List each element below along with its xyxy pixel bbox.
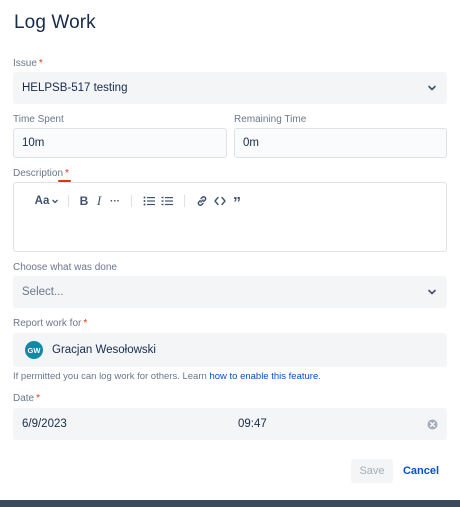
chevron-down-icon	[52, 199, 59, 204]
date-time-picker[interactable]: 6/9/2023 09:47	[13, 408, 447, 440]
dialog-title: Log Work	[14, 12, 96, 33]
issue-label: Issue *	[13, 58, 43, 69]
user-name: Gracjan Wesołowski	[52, 344, 156, 356]
link-icon[interactable]	[193, 193, 211, 209]
required-mark: *	[36, 393, 41, 404]
required-mark: *	[38, 58, 43, 69]
date-value[interactable]: 6/9/2023	[22, 418, 238, 430]
numbered-list-icon[interactable]	[158, 193, 176, 209]
date-label: Date *	[13, 393, 41, 404]
code-icon[interactable]	[211, 193, 229, 209]
choose-done-placeholder: Select...	[22, 286, 64, 298]
quote-icon[interactable]: ”	[229, 193, 245, 211]
helper-text: If permitted you can log work for others…	[13, 371, 321, 382]
avatar: GW	[25, 341, 43, 359]
chevron-down-icon	[428, 289, 436, 295]
toolbar-divider	[184, 195, 185, 207]
save-button[interactable]: Save	[351, 459, 393, 483]
chevron-down-icon	[428, 85, 436, 91]
description-label: Description *	[13, 168, 69, 179]
report-for-user-picker[interactable]: GW Gracjan Wesołowski	[13, 333, 447, 367]
background-overlay-edge	[0, 500, 460, 507]
report-for-label: Report work for *	[13, 318, 88, 329]
choose-done-select[interactable]: Select...	[13, 276, 447, 308]
toolbar-divider	[68, 195, 69, 207]
required-mark: *	[65, 168, 69, 179]
time-spent-input[interactable]: 10m	[13, 128, 227, 158]
enable-feature-link[interactable]: how to enable this feature	[209, 371, 318, 382]
toolbar-divider	[131, 195, 132, 207]
required-mark: *	[83, 318, 88, 329]
remaining-time-value: 0m	[243, 137, 259, 149]
cancel-button[interactable]: Cancel	[399, 459, 443, 483]
italic-button[interactable]: I	[91, 193, 107, 209]
time-spent-value: 10m	[22, 137, 45, 149]
choose-done-label: Choose what was done	[13, 262, 117, 273]
clear-icon[interactable]	[427, 419, 438, 430]
log-work-dialog: Log Work Issue * HELPSB-517 testing Time …	[0, 0, 460, 507]
remaining-time-label: Remaining Time	[234, 114, 307, 125]
time-spent-label: Time Spent	[13, 114, 64, 125]
remaining-time-input[interactable]: 0m	[234, 128, 447, 158]
more-formatting-button[interactable]: ···	[107, 193, 123, 209]
issue-select[interactable]: HELPSB-517 testing	[13, 72, 447, 104]
issue-select-value: HELPSB-517 testing	[22, 82, 128, 94]
bullet-list-icon[interactable]	[140, 193, 158, 209]
bold-button[interactable]: B	[77, 193, 91, 209]
time-value[interactable]: 09:47	[238, 418, 427, 430]
text-style-button[interactable]: Aa	[34, 193, 60, 209]
editor-toolbar: Aa B I ··· ”	[34, 193, 245, 211]
description-editor[interactable]: Aa B I ··· ”	[13, 182, 447, 252]
